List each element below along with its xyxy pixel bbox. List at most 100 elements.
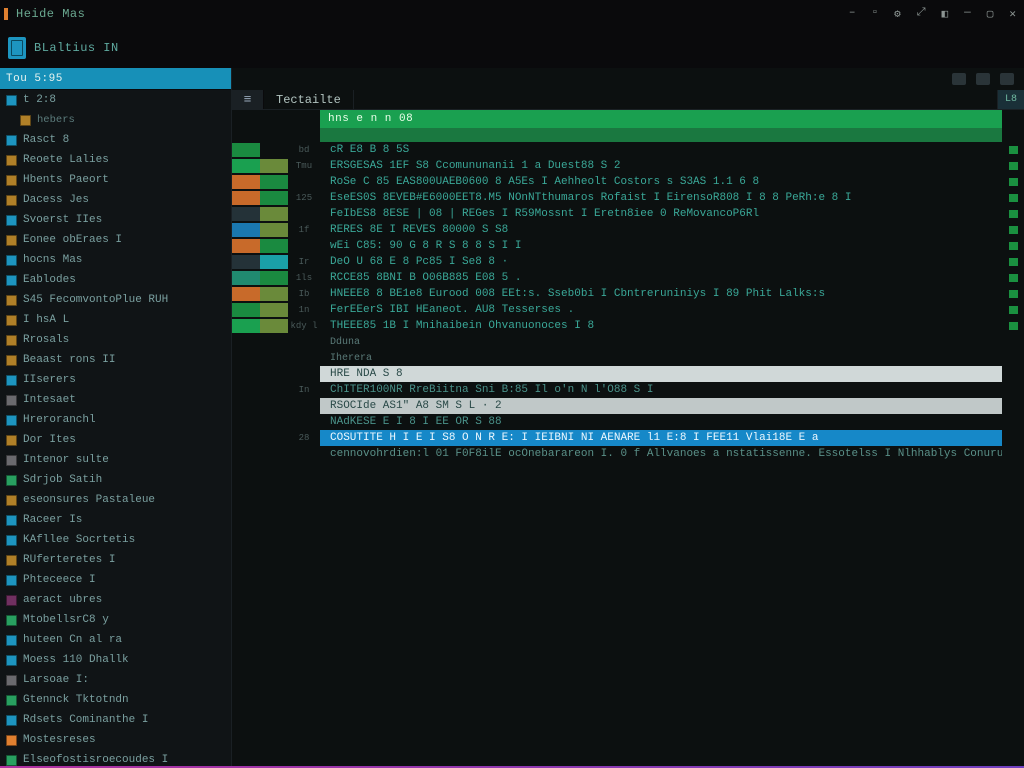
folder-icon bbox=[6, 735, 17, 746]
code-line[interactable]: wEi C85: 90 G 8 R S 8 8 S I I bbox=[320, 238, 1002, 254]
sidebar-item[interactable]: hocns Mas bbox=[0, 250, 231, 270]
line-marker bbox=[1002, 334, 1024, 350]
code-line[interactable]: RoSe C 85 EAS800UAEB0600 8 A5Es I Aehheo… bbox=[320, 174, 1002, 190]
code-line[interactable]: FerEEerS IBI HEaneot. AU8 Tesserses . bbox=[320, 302, 1002, 318]
gutter: bdTmu1251fIr1lsIb1nkdy lIn28 bbox=[232, 110, 320, 766]
line-marker bbox=[1002, 174, 1024, 190]
line-marker bbox=[1002, 350, 1024, 366]
sidebar-item[interactable]: Sdrjob Satih bbox=[0, 470, 231, 490]
sidebar-item-label: Rrosals bbox=[23, 334, 69, 346]
sidebar-item[interactable]: RUferteretes I bbox=[0, 550, 231, 570]
toolbar-button[interactable] bbox=[976, 73, 990, 85]
sidebar-item[interactable]: Intesaet bbox=[0, 390, 231, 410]
sidebar-item[interactable]: Larsoae I: bbox=[0, 670, 231, 690]
sidebar-item[interactable]: Rasct 8 bbox=[0, 130, 231, 150]
tab[interactable]: Tectailte bbox=[264, 90, 354, 109]
sidebar-item-label: Svoerst IIes bbox=[23, 214, 102, 226]
code-line[interactable]: RSOCIde AS1" A8 SM S L · 2 bbox=[320, 398, 1002, 414]
line-marker bbox=[1002, 158, 1024, 174]
sidebar-item[interactable]: KAfllee Socrtetis bbox=[0, 530, 231, 550]
folder-icon bbox=[6, 375, 17, 386]
code-line[interactable]: DeO U 68 E 8 Pc85 I Se8 8 · bbox=[320, 254, 1002, 270]
sidebar-item[interactable]: Hreroranchl bbox=[0, 410, 231, 430]
tab-close-button[interactable]: ≡ bbox=[232, 90, 264, 109]
project-icon[interactable] bbox=[8, 37, 26, 59]
code-line[interactable]: THEEE85 1B I Mnihaibein Ohvanuonoces I 8 bbox=[320, 318, 1002, 334]
window-button[interactable]: – bbox=[849, 7, 856, 21]
sidebar-item[interactable]: Beaast rons II bbox=[0, 350, 231, 370]
sidebar-item[interactable]: MtobellsrC8 y bbox=[0, 610, 231, 630]
code-line[interactable]: COSUTITE H I E I S8 O N R E: I IEIBNI NI… bbox=[320, 430, 1002, 446]
sidebar-item[interactable]: Dor Ites bbox=[0, 430, 231, 450]
sidebar-item[interactable]: aeract ubres bbox=[0, 590, 231, 610]
code-line[interactable]: FeIbES8 8ESE | 08 | REGes I R59Mossnt I … bbox=[320, 206, 1002, 222]
sidebar-header[interactable]: Tou 5:95 bbox=[0, 68, 231, 90]
sidebar-item[interactable]: t 2:8 bbox=[0, 90, 231, 110]
window-button[interactable]: — bbox=[964, 7, 971, 21]
code-line[interactable]: Dduna bbox=[320, 334, 1002, 350]
sidebar-item[interactable]: Dacess Jes bbox=[0, 190, 231, 210]
folder-icon bbox=[6, 695, 17, 706]
sidebar-item[interactable]: Reoete Lalies bbox=[0, 150, 231, 170]
sidebar-item[interactable]: IIserers bbox=[0, 370, 231, 390]
line-marker bbox=[1002, 270, 1024, 286]
sidebar-item-label: Beaast rons II bbox=[23, 354, 115, 366]
sidebar-item[interactable]: Rrosals bbox=[0, 330, 231, 350]
sidebar-item[interactable]: Intenor sulte bbox=[0, 450, 231, 470]
sidebar-item-label: Eonee obEraes I bbox=[23, 234, 122, 246]
code-body[interactable]: hns e n n 08cR E8 B 8 5SERSGESAS 1EF S8 … bbox=[320, 110, 1002, 766]
marker-strip bbox=[1002, 110, 1024, 766]
sidebar-item[interactable]: huteen Cn al ra bbox=[0, 630, 231, 650]
folder-icon bbox=[6, 235, 17, 246]
line-marker bbox=[1002, 302, 1024, 318]
sidebar-item[interactable]: Rdsets Cominanthe I bbox=[0, 710, 231, 730]
sidebar-item[interactable]: Eablodes bbox=[0, 270, 231, 290]
window-button[interactable]: ⤢ bbox=[917, 7, 926, 21]
code-line[interactable]: RCCE85 8BNI B O06B885 E08 5 . bbox=[320, 270, 1002, 286]
sidebar-item[interactable]: Eonee obEraes I bbox=[0, 230, 231, 250]
sidebar-item[interactable]: Elseofostisroecoudes I bbox=[0, 750, 231, 766]
toolbar-button[interactable] bbox=[1000, 73, 1014, 85]
sidebar-item[interactable]: Phteceece I bbox=[0, 570, 231, 590]
sidebar-item-label: huteen Cn al ra bbox=[23, 634, 122, 646]
sidebar-item[interactable]: Svoerst IIes bbox=[0, 210, 231, 230]
code-line[interactable]: Iherera bbox=[320, 350, 1002, 366]
folder-icon bbox=[6, 315, 17, 326]
code-line[interactable]: cennovohrdien:l 01 F0F8ilE ocOnebarareon… bbox=[320, 446, 1002, 462]
window-button[interactable]: ✕ bbox=[1009, 7, 1016, 21]
sidebar-item-label: Rasct 8 bbox=[23, 134, 69, 146]
code-line[interactable]: ChITER100NR RreBiitna Sni B:85 Il o'n N … bbox=[320, 382, 1002, 398]
sidebar-item[interactable]: Hbents Paeort bbox=[0, 170, 231, 190]
folder-icon bbox=[6, 155, 17, 166]
toolbar-button[interactable] bbox=[952, 73, 966, 85]
tab-row: ≡ Tectailte L8 bbox=[232, 90, 1024, 110]
folder-icon bbox=[6, 395, 17, 406]
sidebar-item[interactable]: S45 FecomvontoPlue RUH bbox=[0, 290, 231, 310]
sidebar-item-label: IIserers bbox=[23, 374, 76, 386]
sidebar-item-label: Elseofostisroecoudes I bbox=[23, 754, 168, 766]
code-line[interactable]: HRE NDA S 8 bbox=[320, 366, 1002, 382]
window-button[interactable]: ◧ bbox=[942, 7, 949, 21]
sidebar-item[interactable]: Gtennck Tktotndn bbox=[0, 690, 231, 710]
window-button[interactable]: ⚙ bbox=[894, 7, 901, 21]
code-line[interactable]: ERSGESAS 1EF S8 Ccomununanii 1 a Duest88… bbox=[320, 158, 1002, 174]
code-line[interactable]: HNEEE8 8 BE1e8 Eurood 008 EEt:s. Sseb0bi… bbox=[320, 286, 1002, 302]
code-line[interactable]: EseES0S 8EVEB#E6000EET8.M5 NOnNTthumaros… bbox=[320, 190, 1002, 206]
folder-icon bbox=[6, 635, 17, 646]
window-button[interactable]: ▢ bbox=[987, 7, 994, 21]
code-line[interactable]: RERES 8E I REVES 80000 S S8 bbox=[320, 222, 1002, 238]
line-marker bbox=[1002, 190, 1024, 206]
folder-icon bbox=[6, 455, 17, 466]
sidebar-item[interactable]: hebers bbox=[0, 110, 231, 130]
sidebar-item[interactable]: eseonsures Pastaleue bbox=[0, 490, 231, 510]
code-line[interactable]: NAdKESE E I 8 I EE OR S 88 bbox=[320, 414, 1002, 430]
sidebar-item[interactable]: I hsA L bbox=[0, 310, 231, 330]
sidebar-item[interactable]: Raceer Is bbox=[0, 510, 231, 530]
window-button[interactable]: ▫ bbox=[871, 7, 878, 21]
sidebar-item[interactable]: Mostesreses bbox=[0, 730, 231, 750]
code-line[interactable]: cR E8 B 8 5S bbox=[320, 142, 1002, 158]
sidebar-item[interactable]: Moess 110 Dhallk bbox=[0, 650, 231, 670]
folder-icon bbox=[6, 575, 17, 586]
window-title: Heide Mas bbox=[16, 7, 85, 21]
folder-icon bbox=[6, 435, 17, 446]
